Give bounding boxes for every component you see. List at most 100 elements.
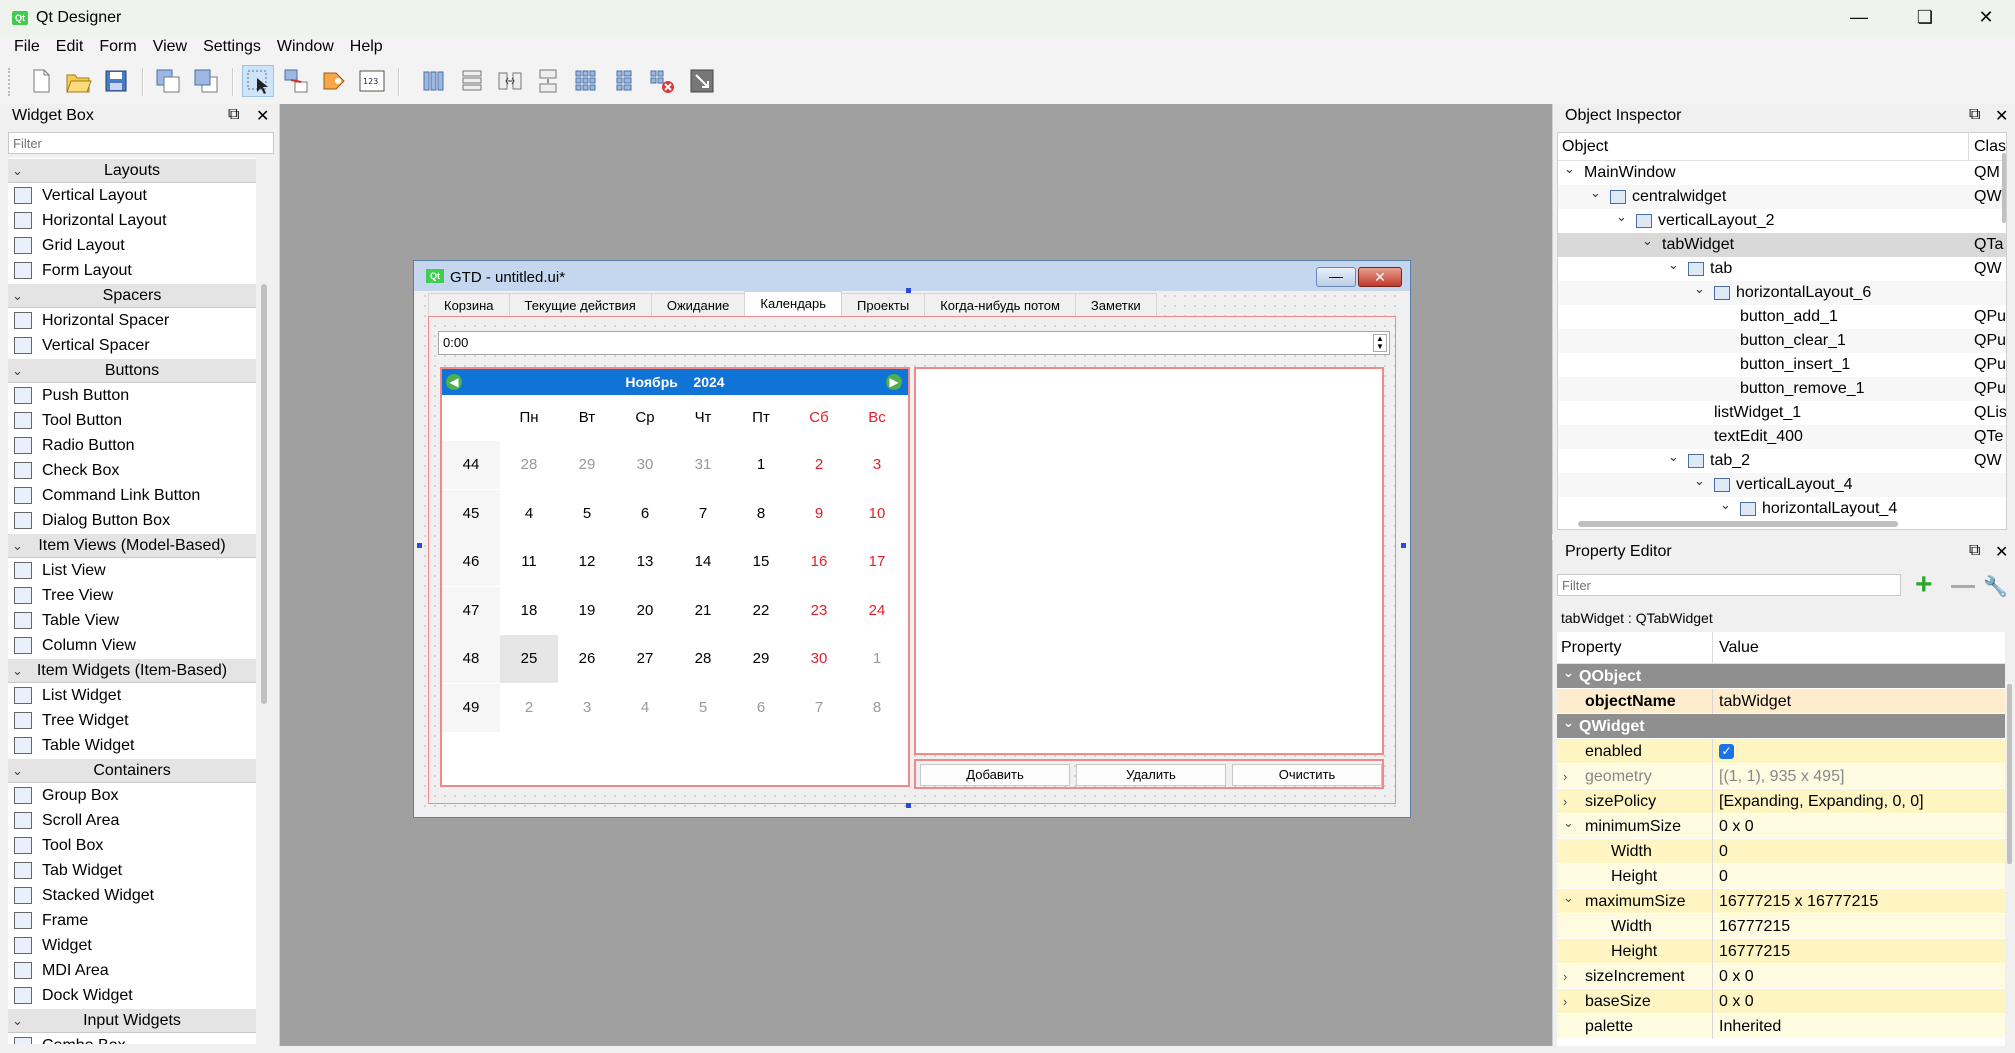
calendar-day[interactable]: 20 — [616, 587, 674, 635]
column-header-value[interactable]: Value — [1719, 632, 1759, 664]
property-value[interactable]: [(1, 1), 935 x 495] — [1719, 764, 1844, 789]
widget-item-dialog-button-box[interactable]: Dialog Button Box — [8, 508, 256, 533]
widget-category-spacers[interactable]: ⌄ Spacers — [8, 283, 256, 308]
chevron-down-icon[interactable]: ⌄ — [12, 284, 23, 307]
property-row-sizepolicy[interactable]: › sizePolicy [Expanding, Expanding, 0, 0] — [1557, 789, 2005, 814]
resize-handle[interactable] — [906, 803, 911, 808]
bring-to-front-icon[interactable] — [190, 65, 222, 97]
calendar-day[interactable]: 29 — [558, 441, 616, 489]
menu-file[interactable]: File — [0, 36, 48, 60]
close-dock-icon[interactable]: ✕ — [256, 106, 269, 126]
calendar-day[interactable]: 24 — [848, 587, 906, 635]
calendar-day[interactable]: 17 — [848, 538, 906, 586]
column-divider[interactable] — [1968, 133, 1969, 161]
property-row-width[interactable]: Width 16777215 — [1557, 914, 2005, 939]
widget-item-tree-view[interactable]: Tree View — [8, 583, 256, 608]
column-header-object[interactable]: Object — [1562, 138, 1608, 156]
widget-item-tree-widget[interactable]: Tree Widget — [8, 708, 256, 733]
chevron-down-icon[interactable]: ⌄ — [12, 534, 23, 557]
calendar-day[interactable]: 6 — [616, 490, 674, 538]
calendar-day[interactable]: 16 — [790, 538, 848, 586]
prev-month-icon[interactable]: ◀ — [446, 374, 462, 390]
calendar-day[interactable]: 2 — [790, 441, 848, 489]
resize-handle[interactable] — [1401, 543, 1406, 548]
widget-category-item-widgets-item-based[interactable]: ⌄ Item Widgets (Item-Based) — [8, 658, 256, 683]
remove-dynamic-property-icon[interactable] — [1951, 585, 1975, 588]
property-value[interactable]: [Expanding, Expanding, 0, 0] — [1719, 789, 1924, 814]
widget-item-vertical-spacer[interactable]: Vertical Spacer — [8, 333, 256, 358]
widget-item-table-view[interactable]: Table View — [8, 608, 256, 633]
calendar-day[interactable]: 23 — [790, 587, 848, 635]
chevron-down-icon[interactable]: ⌄ — [1616, 205, 1627, 229]
widget-item-mdi-area[interactable]: MDI Area — [8, 958, 256, 983]
tab-zametki[interactable]: Заметки — [1074, 293, 1157, 317]
object-tree-item-listwidget-1[interactable]: listWidget_1 QLis — [1558, 401, 2006, 425]
new-form-icon[interactable] — [24, 65, 56, 97]
chevron-down-icon[interactable]: ⌄ — [1694, 469, 1705, 493]
form-window[interactable]: Qt GTD - untitled.ui* — ✕ Корзина Текущи… — [413, 260, 1411, 818]
calendar-day[interactable]: 27 — [616, 635, 674, 683]
edit-widgets-icon[interactable] — [242, 65, 274, 97]
property-row-qobject[interactable]: ⌄ QObject — [1557, 664, 2005, 689]
calendar-day[interactable]: 8 — [848, 684, 906, 732]
property-row-width[interactable]: Width 0 — [1557, 839, 2005, 864]
property-row-qwidget[interactable]: ⌄ QWidget — [1557, 714, 2005, 739]
widget-item-horizontal-layout[interactable]: Horizontal Layout — [8, 208, 256, 233]
lay-out-vertically-icon[interactable] — [456, 65, 488, 97]
widget-item-scroll-area[interactable]: Scroll Area — [8, 808, 256, 833]
menu-edit[interactable]: Edit — [48, 36, 92, 60]
property-value[interactable]: 0 x 0 — [1719, 989, 1754, 1014]
list-widget[interactable] — [914, 367, 1384, 755]
chevron-down-icon[interactable]: ⌄ — [12, 659, 23, 682]
widget-box-filter-input[interactable] — [8, 132, 274, 154]
float-dock-icon[interactable]: ⧉ — [1969, 542, 1980, 560]
widget-item-tool-button[interactable]: Tool Button — [8, 408, 256, 433]
chevron-down-icon[interactable]: ⌄ — [1563, 710, 1574, 735]
calendar-day[interactable]: 15 — [732, 538, 790, 586]
widget-item-vertical-layout[interactable]: Vertical Layout — [8, 183, 256, 208]
send-to-back-icon[interactable] — [152, 65, 184, 97]
vertical-scrollbar-thumb[interactable] — [2002, 153, 2006, 223]
calendar-day[interactable]: 29 — [732, 635, 790, 683]
calendar-day[interactable]: 3 — [848, 441, 906, 489]
calendar-day[interactable]: 11 — [500, 538, 558, 586]
close-dock-icon[interactable]: ✕ — [1995, 106, 2008, 126]
close-icon[interactable]: ✕ — [1957, 0, 2015, 36]
calendar-day[interactable]: 30 — [790, 635, 848, 683]
widget-item-check-box[interactable]: Check Box — [8, 458, 256, 483]
widget-item-horizontal-spacer[interactable]: Horizontal Spacer — [8, 308, 256, 333]
calendar-day[interactable]: 30 — [616, 441, 674, 489]
property-value[interactable]: 16777215 — [1719, 914, 1790, 939]
calendar-day[interactable]: 7 — [674, 490, 732, 538]
property-row-height[interactable]: Height 16777215 — [1557, 939, 2005, 964]
calendar-day[interactable]: 22 — [732, 587, 790, 635]
chevron-down-icon[interactable]: ⌄ — [1564, 157, 1575, 181]
property-row-sizeincrement[interactable]: › sizeIncrement 0 x 0 — [1557, 964, 2005, 989]
open-form-icon[interactable] — [62, 65, 94, 97]
calendar-day[interactable]: 9 — [790, 490, 848, 538]
chevron-down-icon[interactable]: ⌄ — [12, 759, 23, 782]
widget-item-radio-button[interactable]: Radio Button — [8, 433, 256, 458]
object-tree-item-horizontallayout-6[interactable]: ⌄ horizontalLayout_6 — [1558, 281, 2006, 305]
chevron-down-icon[interactable]: ⌄ — [1694, 277, 1705, 301]
widget-item-column-view[interactable]: Column View — [8, 633, 256, 658]
resize-handle[interactable] — [417, 543, 422, 548]
chevron-down-icon[interactable]: ⌄ — [12, 1009, 23, 1032]
calendar-day[interactable]: 14 — [674, 538, 732, 586]
calendar-day[interactable]: 13 — [616, 538, 674, 586]
object-tree-item-verticallayout-4[interactable]: ⌄ verticalLayout_4 — [1558, 473, 2006, 497]
minimize-icon[interactable]: — — [1830, 0, 1888, 36]
object-tree-item-tab[interactable]: ⌄ tab QW — [1558, 257, 2006, 281]
menu-form[interactable]: Form — [91, 36, 144, 60]
tab-proekty[interactable]: Проекты — [841, 293, 926, 317]
object-tree-item-button-insert-1[interactable]: button_insert_1 QPu — [1558, 353, 2006, 377]
chevron-down-icon[interactable]: ⌄ — [1668, 253, 1679, 277]
widget-category-layouts[interactable]: ⌄ Layouts — [8, 158, 256, 183]
calendar-day[interactable]: 6 — [732, 684, 790, 732]
tab-ozhidanie[interactable]: Ожидание — [650, 293, 746, 317]
chevron-down-icon[interactable]: ⌄ — [1720, 493, 1731, 517]
object-tree-item-tabwidget[interactable]: ⌄ tabWidget QTa — [1558, 233, 2006, 257]
widget-item-frame[interactable]: Frame — [8, 908, 256, 933]
calendar-day[interactable]: 1 — [848, 635, 906, 683]
enabled-checkbox[interactable]: ✓ — [1719, 744, 1734, 759]
